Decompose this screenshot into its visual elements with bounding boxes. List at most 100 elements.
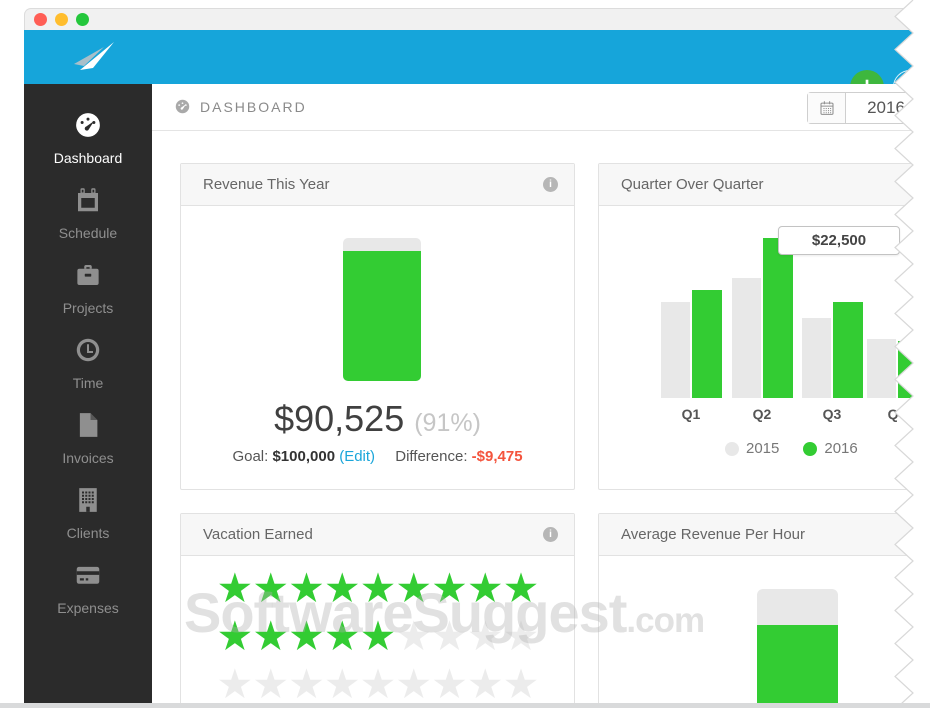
- star-empty-icon: ★: [431, 661, 468, 707]
- gauge-icon: [73, 110, 103, 150]
- vacation-stars: ★★★★★★★★★ ★★★★★★★★★ ★★★★★★★★★: [181, 564, 574, 707]
- info-icon[interactable]: i: [543, 527, 558, 542]
- close-light[interactable]: [34, 13, 47, 26]
- star-empty-icon: ★: [395, 613, 432, 659]
- year-value[interactable]: 2016: [846, 93, 926, 123]
- app-header: + ⚙: [24, 30, 930, 104]
- revenue-goal-line: Goal: $100,000 (Edit) Difference: -$9,47…: [181, 448, 574, 465]
- sidebar-item-dashboard[interactable]: Dashboard: [24, 100, 152, 175]
- axis-label-q3: Q3: [822, 406, 842, 422]
- legend-item-2016: 2016: [803, 440, 858, 457]
- minimize-light[interactable]: [55, 13, 68, 26]
- legend-label: 2015: [746, 440, 780, 457]
- star-empty-icon: ★: [502, 613, 540, 659]
- amount-value: $90,525: [274, 398, 405, 439]
- sidebar-item-schedule[interactable]: Schedule: [24, 175, 152, 250]
- star-row: ★★★★★★★★★: [181, 660, 574, 707]
- revenue-goal-bar: [343, 238, 421, 381]
- sidebar-item-label: Schedule: [58, 224, 118, 241]
- axis-label-q2: Q2: [752, 406, 772, 422]
- star-earned-icon: ★: [359, 613, 397, 659]
- star-earned-icon: ★: [252, 565, 289, 611]
- card-vacation-earned: Vacation Earned i ★★★★★★★★★ ★★★★★★★★★ ★★★★…: [180, 513, 575, 708]
- arph-bar: [757, 589, 838, 707]
- card-title: Average Revenue Per Hour: [621, 526, 805, 543]
- legend-dot-icon: [725, 441, 739, 456]
- chart-tooltip: $22,500: [778, 226, 900, 255]
- file-icon: [73, 410, 103, 450]
- star-earned-icon: ★: [395, 565, 432, 611]
- star-empty-icon: ★: [252, 661, 289, 707]
- sidebar-item-label: Invoices: [62, 449, 114, 466]
- calendar-icon: [73, 185, 103, 225]
- star-empty-icon: ★: [431, 613, 468, 659]
- edit-goal-link[interactable]: (Edit): [339, 448, 375, 465]
- card-title: Vacation Earned: [203, 526, 313, 543]
- card-header: Quarter Over Quarter: [599, 164, 924, 206]
- sidebar-item-clients[interactable]: Clients: [24, 475, 152, 550]
- page-title: DASHBOARD: [200, 98, 307, 115]
- sidebar-item-label: Dashboard: [53, 149, 123, 166]
- sidebar-item-label: Projects: [62, 299, 114, 316]
- window-bottom-edge: [0, 703, 930, 708]
- star-empty-icon: ★: [395, 661, 432, 707]
- traffic-lights: [34, 13, 89, 26]
- sidebar-item-label: Time: [72, 374, 104, 391]
- paper-plane-icon: [74, 42, 114, 70]
- bar-2015-q2: [732, 277, 761, 398]
- revenue-fill: [343, 250, 421, 381]
- bar-2015-q4: [867, 338, 896, 398]
- calendar-icon[interactable]: [808, 93, 846, 123]
- bar-2016-q1: [692, 289, 722, 398]
- star-empty-icon: ★: [466, 661, 504, 707]
- star-empty-icon: ★: [359, 661, 397, 707]
- card-title: Quarter Over Quarter: [621, 176, 764, 193]
- star-earned-icon: ★: [252, 613, 289, 659]
- star-earned-icon: ★: [323, 613, 361, 659]
- legend-label: 2016: [824, 440, 858, 457]
- info-icon[interactable]: i: [543, 177, 558, 192]
- zoom-light[interactable]: [76, 13, 89, 26]
- bar-2015-q1: [661, 302, 690, 398]
- axis-label-q1: Q1: [681, 406, 701, 422]
- axis-label-q4: Q4: [887, 406, 907, 422]
- star-empty-icon: ★: [466, 613, 504, 659]
- difference-label: Difference:: [395, 448, 468, 465]
- sidebar-item-projects[interactable]: Projects: [24, 250, 152, 325]
- bar-2016-q2: [763, 238, 793, 398]
- star-earned-icon: ★: [466, 565, 504, 611]
- card-revenue-this-year: Revenue This Year i $90,525 (91%) Goal: …: [180, 163, 575, 490]
- bar-2016-q4: [898, 341, 928, 398]
- card-title: Revenue This Year: [203, 176, 330, 193]
- sidebar-item-expenses[interactable]: Expenses: [24, 550, 152, 625]
- bar-2016-q3: [833, 302, 863, 398]
- goal-label: Goal:: [232, 448, 269, 465]
- card-header: Revenue This Year i: [181, 164, 574, 206]
- star-empty-icon: ★: [502, 661, 540, 707]
- bar-2015-q3: [802, 317, 831, 398]
- revenue-amount: $90,525 (91%): [181, 398, 574, 440]
- amount-percent: (91%): [414, 409, 481, 437]
- card-quarter-over-quarter: Quarter Over Quarter Q1 Q2 Q3 Q4 $22,500 20…: [598, 163, 928, 490]
- briefcase-icon: [73, 260, 103, 300]
- sidebar-item-time[interactable]: Time: [24, 325, 152, 400]
- difference-value: -$9,475: [471, 448, 523, 465]
- sidebar-nav: Dashboard Schedule Projects Time Invoices Cli…: [24, 84, 152, 708]
- card-header: Average Revenue Per Hour: [599, 514, 924, 556]
- legend-item-2015: 2015: [725, 440, 779, 457]
- sidebar-item-label: Expenses: [57, 599, 119, 616]
- clock-icon: [73, 335, 103, 375]
- arph-fill: [757, 625, 838, 707]
- star-empty-icon: ★: [288, 661, 325, 707]
- page-topbar: DASHBOARD 2016: [152, 84, 930, 131]
- gauge-icon: [174, 98, 191, 115]
- building-icon: [73, 485, 103, 525]
- sidebar-item-invoices[interactable]: Invoices: [24, 400, 152, 475]
- star-earned-icon: ★: [288, 613, 325, 659]
- legend-dot-icon: [803, 441, 818, 456]
- chart-legend: 2015 2016: [725, 440, 858, 457]
- year-selector[interactable]: 2016: [807, 92, 927, 124]
- star-empty-icon: ★: [216, 661, 254, 707]
- star-earned-icon: ★: [502, 565, 540, 611]
- window-titlebar: [24, 8, 930, 30]
